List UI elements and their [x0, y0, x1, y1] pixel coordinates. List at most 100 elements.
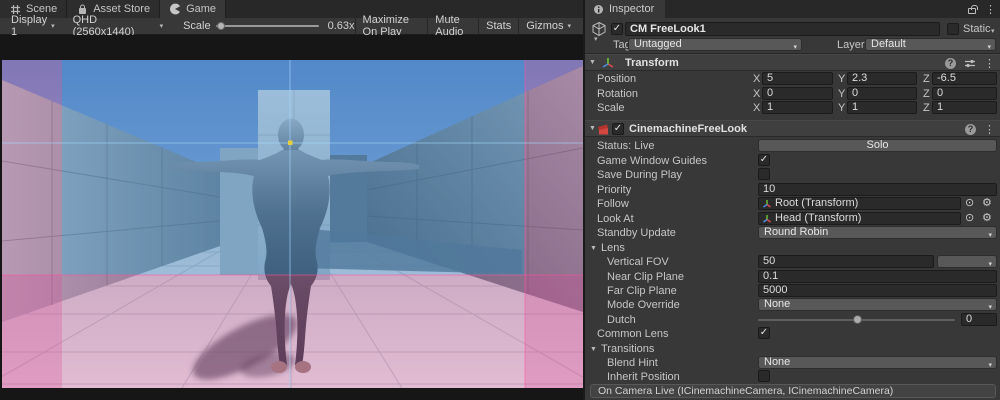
- display-dropdown[interactable]: Display 1 ▾: [5, 18, 61, 34]
- tab-game-label: Game: [186, 3, 216, 15]
- transform-icon: [762, 199, 772, 209]
- save-during-play-row: Save During Play: [585, 168, 1000, 182]
- dutch-slider-knob[interactable]: [853, 315, 862, 324]
- gizmos-dropdown[interactable]: Gizmos ▾: [518, 18, 578, 34]
- common-lens-row: Common Lens ✓: [585, 327, 1000, 341]
- chevron-down-icon: ▾: [51, 22, 55, 30]
- scale-slider[interactable]: [216, 25, 319, 27]
- rotation-z-field[interactable]: 0: [932, 87, 997, 100]
- game-window-guides-checkbox[interactable]: ✓: [758, 154, 770, 166]
- common-lens-checkbox[interactable]: ✓: [758, 327, 770, 339]
- game-viewport[interactable]: [0, 35, 583, 400]
- lock-icon[interactable]: [968, 8, 976, 14]
- chevron-down-icon: ▾: [160, 22, 164, 30]
- lens-foldout-row[interactable]: ▼ Lens: [585, 241, 1000, 255]
- save-during-play-checkbox[interactable]: [758, 168, 770, 180]
- chevron-down-icon: ▾: [988, 230, 992, 239]
- dutch-field[interactable]: 0: [961, 313, 997, 326]
- tag-dropdown[interactable]: Untagged ▾: [628, 38, 802, 51]
- transform-icon: [762, 214, 772, 224]
- foldout-icon[interactable]: ▼: [589, 59, 596, 66]
- gameobject-enabled-checkbox[interactable]: ✓: [611, 23, 623, 35]
- near-clip-row: Near Clip Plane 0.1: [585, 270, 1000, 284]
- solo-button[interactable]: Solo: [758, 139, 997, 152]
- cinemachine-header[interactable]: ▼ ✓ CinemachineFreeLook ? ⋮: [585, 120, 1000, 137]
- blend-hint-dropdown[interactable]: None ▾: [758, 356, 997, 369]
- gear-icon[interactable]: ⚙: [982, 197, 992, 210]
- gear-icon[interactable]: ⚙: [982, 212, 992, 225]
- priority-row: Priority 10: [585, 183, 1000, 197]
- dutch-slider[interactable]: [758, 319, 955, 321]
- tab-inspector[interactable]: Inspector: [585, 0, 665, 18]
- rotation-y-field[interactable]: 0: [847, 87, 917, 100]
- game-window-guides-row: Game Window Guides ✓: [585, 154, 1000, 168]
- cinemachine-title: CinemachineFreeLook: [629, 123, 747, 135]
- position-y-field[interactable]: 2.3: [847, 72, 917, 85]
- cinemachine-icon: [596, 123, 610, 139]
- foldout-icon[interactable]: ▼: [590, 245, 597, 252]
- object-picker-icon[interactable]: ⊙: [965, 212, 974, 225]
- tracking-target-dot: [288, 141, 293, 146]
- scale-value: 0.63x: [328, 20, 355, 32]
- kebab-menu-icon[interactable]: ⋮: [985, 3, 996, 16]
- chevron-down-icon: ▾: [988, 302, 992, 311]
- dutch-row: Dutch 0: [585, 313, 1000, 327]
- chevron-down-icon: ▾: [988, 259, 992, 268]
- game-toolbar: Display 1 ▾ QHD (2560x1440) ▾ Scale 0.63…: [0, 18, 583, 35]
- near-clip-field[interactable]: 0.1: [758, 270, 997, 283]
- transitions-foldout-row[interactable]: ▼ Transitions: [585, 342, 1000, 356]
- gameobject-icon-dropdown[interactable]: ▾: [594, 35, 598, 43]
- on-camera-live-event-box: On Camera Live (ICinemachineCamera, ICin…: [590, 384, 996, 398]
- static-label: Static: [963, 23, 991, 35]
- foldout-icon[interactable]: ▼: [589, 125, 596, 132]
- position-z-field[interactable]: -6.5: [932, 72, 997, 85]
- vertical-fov-field[interactable]: 50: [758, 255, 934, 268]
- follow-object-field[interactable]: Root (Transform): [758, 197, 961, 210]
- inspector-icon: [592, 3, 604, 15]
- inherit-position-checkbox[interactable]: [758, 370, 770, 382]
- help-icon[interactable]: ?: [945, 58, 956, 69]
- mode-override-row: Mode Override None ▾: [585, 298, 1000, 312]
- mode-override-dropdown[interactable]: None ▾: [758, 298, 997, 311]
- position-x-field[interactable]: 5: [762, 72, 833, 85]
- scale-slider-knob[interactable]: [217, 22, 225, 30]
- layer-dropdown[interactable]: Default ▾: [865, 38, 996, 51]
- foldout-icon[interactable]: ▼: [590, 346, 597, 353]
- fov-preset-dropdown[interactable]: ▾: [937, 255, 997, 268]
- mute-audio-button[interactable]: Mute Audio: [427, 18, 478, 34]
- component-enabled-checkbox[interactable]: ✓: [612, 123, 624, 135]
- look-at-object-field[interactable]: Head (Transform): [758, 212, 961, 225]
- resolution-dropdown[interactable]: QHD (2560x1440) ▾: [67, 18, 170, 34]
- chevron-down-icon: ▾: [987, 42, 991, 51]
- scale-y-field[interactable]: 1: [847, 101, 917, 114]
- help-icon[interactable]: ?: [965, 124, 976, 135]
- object-picker-icon[interactable]: ⊙: [965, 197, 974, 210]
- transform-header[interactable]: ▼ Transform ? ⋮: [585, 54, 1000, 71]
- inspector-tabbar: Inspector ⋮: [585, 0, 1000, 18]
- static-checkbox[interactable]: [947, 23, 959, 35]
- follow-row: Follow Root (Transform) ⊙ ⚙: [585, 197, 1000, 211]
- chevron-down-icon: ▾: [567, 22, 571, 30]
- far-clip-field[interactable]: 5000: [758, 284, 997, 297]
- scale-row: Scale X 1 Y 1 Z 1: [585, 101, 1000, 115]
- vertical-fov-row: Vertical FOV 50 ▾: [585, 255, 1000, 269]
- static-flags-dropdown[interactable]: ▾: [991, 27, 995, 35]
- game-render: [2, 60, 583, 388]
- kebab-menu-icon[interactable]: ⋮: [984, 57, 995, 70]
- gameobject-header: ▾ ✓ CM FreeLook1 Static ▾ Tag Untagged ▾…: [585, 18, 1000, 54]
- rotation-x-field[interactable]: 0: [762, 87, 833, 100]
- tab-game[interactable]: Game: [160, 0, 226, 18]
- standby-update-dropdown[interactable]: Round Robin ▾: [758, 226, 997, 239]
- game-icon: [169, 3, 181, 15]
- gameobject-name-field[interactable]: CM FreeLook1: [625, 22, 940, 36]
- blend-hint-row: Blend Hint None ▾: [585, 356, 1000, 370]
- preset-icon[interactable]: [964, 58, 976, 69]
- transform-title: Transform: [625, 57, 679, 69]
- scale-x-field[interactable]: 1: [762, 101, 833, 114]
- stats-button[interactable]: Stats: [478, 18, 518, 34]
- priority-field[interactable]: 10: [758, 183, 997, 196]
- scale-z-field[interactable]: 1: [932, 101, 997, 114]
- inherit-position-row: Inherit Position: [585, 370, 1000, 384]
- maximize-on-play-button[interactable]: Maximize On Play: [355, 18, 428, 34]
- kebab-menu-icon[interactable]: ⋮: [984, 123, 995, 136]
